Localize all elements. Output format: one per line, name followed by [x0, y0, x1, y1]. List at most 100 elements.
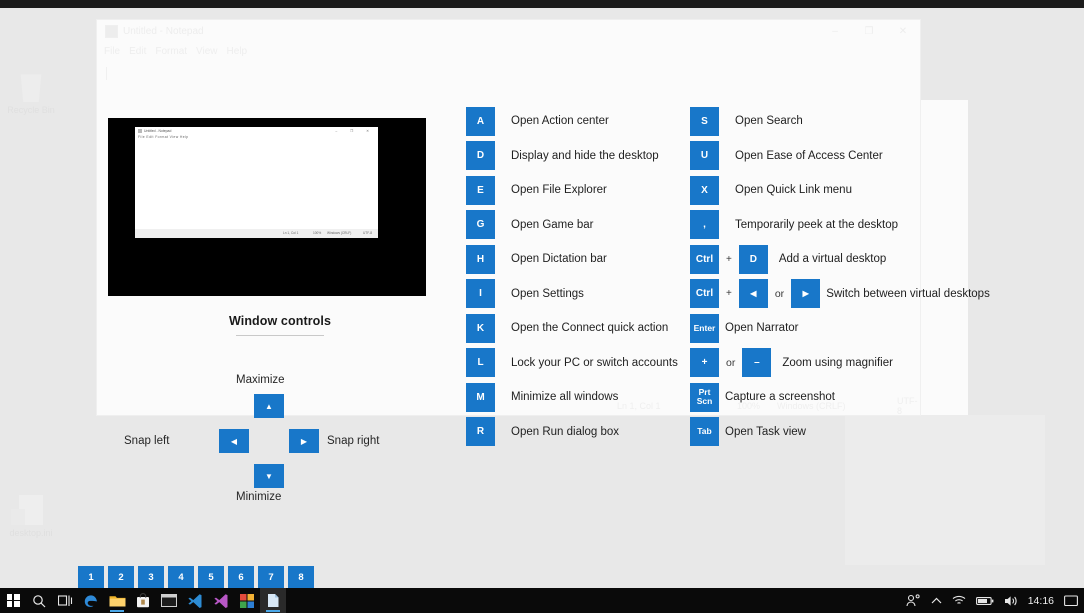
menu-edit[interactable]: Edit — [129, 46, 146, 57]
desktop-icon-recycle-bin[interactable]: Recycle Bin — [0, 72, 62, 116]
search-button[interactable] — [26, 588, 52, 613]
shortcut-description: Zoom using magnifier — [782, 356, 893, 369]
key-tile[interactable]: Tab — [690, 417, 719, 446]
maximize-label: Maximize — [236, 374, 285, 386]
arrow-right-key[interactable]: ▶ — [289, 429, 319, 453]
store-bag-icon — [137, 593, 149, 608]
color-grid-icon — [240, 593, 254, 608]
minimize-button[interactable]: – — [818, 20, 852, 42]
key-tile[interactable]: U — [690, 141, 719, 170]
vscode-insiders-button[interactable] — [208, 588, 234, 613]
wifi-icon[interactable] — [952, 595, 966, 606]
active-indicator — [110, 610, 124, 612]
mini-notepad-title: Untitled - Notepad — [144, 129, 172, 133]
shortcut-description: Open Run dialog box — [511, 425, 620, 438]
terminal-button[interactable] — [156, 588, 182, 613]
menu-file[interactable]: File — [104, 46, 120, 57]
key-tile[interactable]: M — [466, 382, 495, 412]
battery-icon[interactable] — [975, 596, 994, 606]
key-tile[interactable]: D — [738, 244, 768, 274]
shortcut-row: G Open Game bar — [466, 210, 678, 240]
maximize-button[interactable]: ❐ — [852, 20, 886, 42]
clock[interactable]: 14:16 — [1028, 595, 1054, 607]
notepad-menubar[interactable]: File Edit Format View Help — [97, 42, 920, 61]
badge[interactable]: 1 — [78, 566, 104, 593]
key-tile[interactable]: E — [466, 175, 495, 205]
speaker-icon[interactable] — [1004, 595, 1018, 607]
shortcut-description: Minimize all windows — [511, 391, 619, 403]
file-icon — [11, 495, 43, 525]
vscode-button[interactable] — [182, 588, 208, 613]
shortcut-row: E Open File Explorer — [466, 175, 678, 205]
desktop-icon-desktop-ini[interactable]: desktop.ini — [0, 495, 62, 539]
task-view-button[interactable] — [52, 588, 78, 613]
key-joiner: + — [726, 253, 732, 265]
windows-logo-icon — [6, 594, 20, 607]
colorgrid-button[interactable] — [234, 588, 260, 613]
shortcut-description: Open File Explorer — [511, 184, 607, 196]
key-tile-arrow-left[interactable]: ◀ — [738, 279, 768, 308]
badge[interactable]: 8 — [288, 566, 314, 593]
store-button[interactable] — [130, 588, 156, 613]
mini-notepad-titlebar: Untitled - Notepad – ❐ ✕ — [135, 127, 378, 135]
arrow-up-key[interactable]: ▲ — [254, 394, 284, 418]
chevron-up-icon[interactable] — [931, 597, 942, 605]
search-icon — [33, 594, 46, 607]
menu-format[interactable]: Format — [155, 46, 187, 57]
mini-status-line-ending: Windows (CRLF) — [327, 231, 352, 235]
key-tile[interactable]: Ctrl — [690, 279, 719, 308]
badge[interactable]: 5 — [198, 566, 224, 593]
key-tile[interactable]: G — [466, 210, 495, 239]
arrow-down-key[interactable]: ▼ — [254, 464, 284, 488]
video-preview-panel[interactable]: Untitled - Notepad – ❐ ✕ File Edit Forma… — [108, 118, 426, 296]
shortcut-description: Open Dictation bar — [511, 253, 607, 265]
key-tile[interactable]: Ctrl — [690, 244, 719, 274]
key-tile[interactable]: A — [466, 106, 495, 136]
text-caret — [106, 67, 107, 80]
key-tile[interactable]: Enter — [690, 313, 719, 343]
shortcut-description: Add a virtual desktop — [778, 253, 887, 265]
badge[interactable]: 3 — [138, 566, 164, 593]
start-button[interactable] — [0, 588, 26, 613]
key-tile[interactable]: S — [690, 106, 719, 136]
shortcut-row: H Open Dictation bar — [466, 244, 678, 274]
key-tile[interactable]: , — [690, 210, 719, 239]
people-icon[interactable] — [906, 594, 921, 607]
screen: Recycle Bin desktop.ini Untitled - Notep… — [0, 0, 1084, 613]
key-tile[interactable]: R — [466, 417, 495, 446]
shortcuts-right-column: S Open Search U Open Ease of Access Cent… — [690, 106, 990, 451]
notepad-icon — [105, 24, 118, 38]
badge[interactable]: 7 — [258, 566, 284, 593]
close-button[interactable]: ✕ — [886, 20, 920, 42]
arrow-left-key[interactable]: ◀ — [219, 429, 249, 453]
key-tile[interactable]: D — [466, 141, 495, 170]
taskbar-number-badges: 1 2 3 4 5 6 7 8 — [78, 566, 314, 593]
key-tile-minus[interactable]: – — [742, 348, 772, 377]
key-tile-plus[interactable]: + — [690, 348, 719, 377]
edge-button[interactable] — [78, 588, 104, 613]
notepad-button[interactable] — [260, 588, 286, 613]
key-tile[interactable]: X — [690, 175, 719, 205]
key-tile[interactable]: I — [466, 279, 495, 308]
key-tile[interactable]: K — [466, 313, 495, 343]
key-tile-arrow-right[interactable]: ▶ — [791, 279, 821, 308]
shortcut-row: Enter Open Narrator — [690, 313, 990, 343]
badge[interactable]: 4 — [168, 566, 194, 593]
shortcut-description: Open the Connect quick action — [511, 322, 669, 334]
file-explorer-button[interactable] — [104, 588, 130, 613]
menu-view[interactable]: View — [196, 46, 218, 57]
mini-notepad-statusbar: Ln 1, Col 1 100% Windows (CRLF) UTF-8 — [135, 229, 378, 238]
menu-help[interactable]: Help — [227, 46, 248, 57]
notepad-titlebar[interactable]: Untitled - Notepad – ❐ ✕ — [97, 20, 920, 42]
key-tile[interactable]: H — [466, 244, 495, 274]
notification-icon[interactable] — [1064, 594, 1078, 607]
shortcut-row: D Display and hide the desktop — [466, 141, 678, 171]
badge[interactable]: 2 — [108, 566, 134, 593]
key-tile[interactable]: L — [466, 348, 495, 377]
badge[interactable]: 6 — [228, 566, 254, 593]
mini-status-encoding: UTF-8 — [363, 231, 373, 235]
shortcut-description: Open Quick Link menu — [735, 184, 852, 196]
snap-right-label: Snap right — [327, 435, 380, 447]
key-tile-print-screen[interactable]: Prt Scn — [690, 382, 719, 412]
vscode-insiders-icon — [214, 593, 228, 608]
